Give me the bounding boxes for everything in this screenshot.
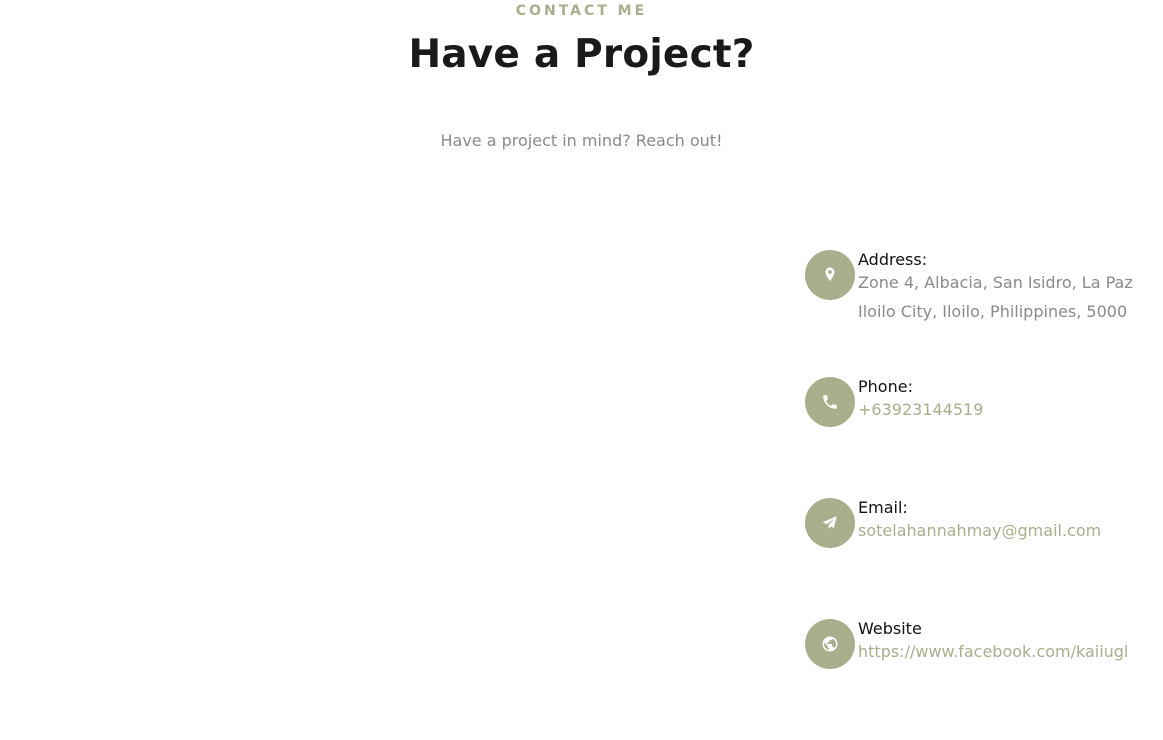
website-link[interactable]: https://www.facebook.com/kaiiugl: [858, 640, 1128, 664]
address-label: Address:: [858, 250, 928, 269]
phone-link[interactable]: +63923144519: [858, 398, 983, 422]
phone-label: Phone:: [858, 377, 913, 396]
globe-icon: [805, 619, 855, 669]
email-label: Email:: [858, 498, 908, 517]
page-title: Have a Project?: [408, 32, 755, 77]
address-value: Zone 4, Albacia, San Isidro, La Paz Iloi…: [858, 268, 1133, 326]
page-subtitle: Have a project in mind? Reach out!: [440, 131, 723, 150]
contact-section-eyebrow: CONTACT ME: [515, 3, 648, 19]
map-pin-icon: [805, 250, 855, 300]
address-line-1: Zone 4, Albacia, San Isidro, La Paz: [858, 273, 1133, 292]
website-label: Website: [858, 619, 922, 638]
phone-icon: [805, 377, 855, 427]
email-link[interactable]: sotelahannahmay@gmail.com: [858, 519, 1101, 543]
address-line-2: Iloilo City, Iloilo, Philippines, 5000: [858, 302, 1128, 321]
paper-plane-icon: [805, 498, 855, 548]
